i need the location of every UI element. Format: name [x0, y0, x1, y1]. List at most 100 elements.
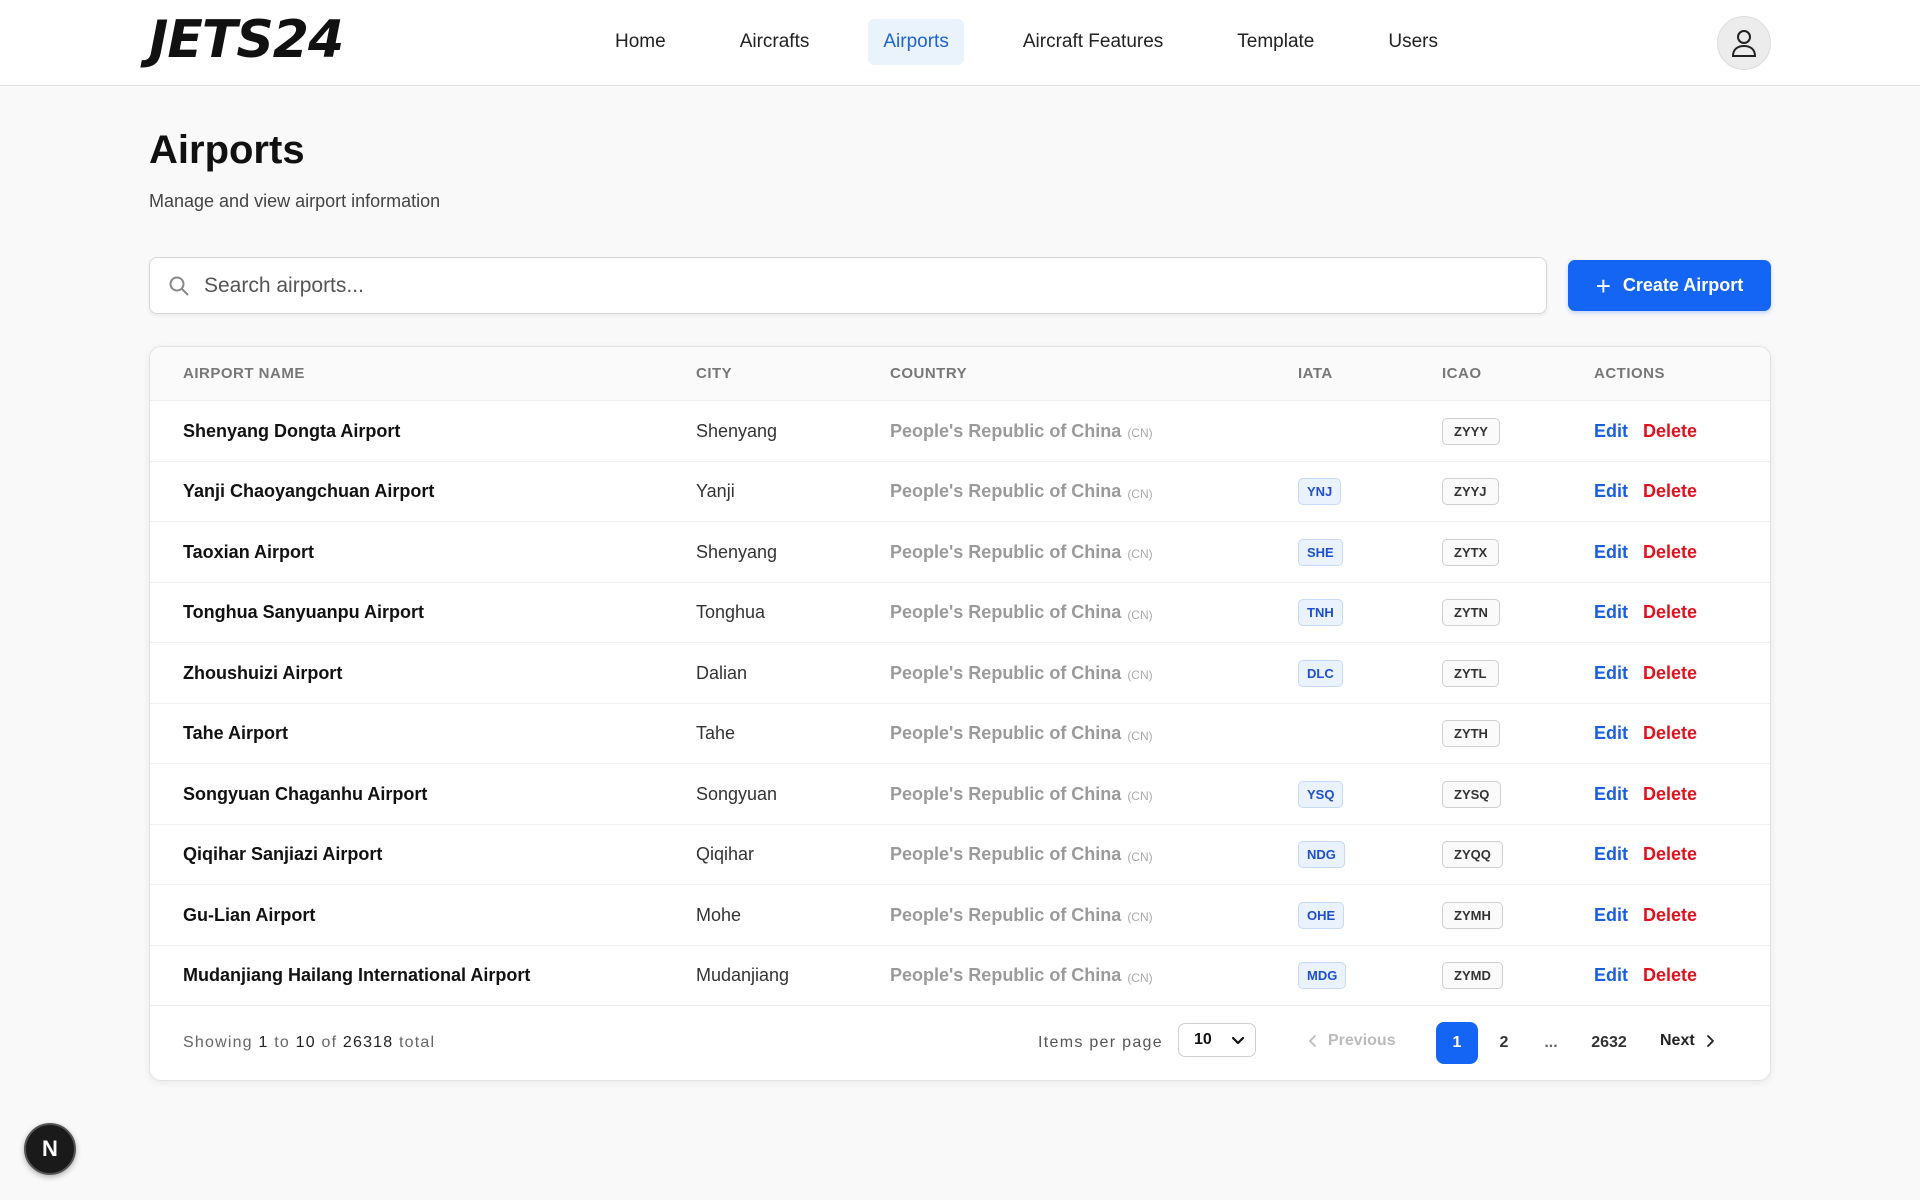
airport-name: Zhoushuizi Airport	[183, 662, 343, 683]
airport-city: Shenyang	[696, 541, 778, 562]
edit-button[interactable]: Edit	[1594, 844, 1628, 865]
delete-button[interactable]: Delete	[1643, 784, 1697, 805]
edit-button[interactable]: Edit	[1594, 905, 1628, 926]
country-name: People's Republic of China	[890, 602, 1122, 622]
country-code: (CN)	[1127, 607, 1153, 622]
user-icon	[1731, 29, 1757, 57]
table-row: Tahe Airport Tahe People's Republic of Chi…	[150, 704, 1770, 764]
iata-cell: TNH	[1298, 583, 1343, 643]
country-code: (CN)	[1127, 668, 1153, 682]
nav-item-airports[interactable]: Airports	[868, 19, 964, 65]
airport-name: Yanji Chaoyangchuan Airport	[183, 481, 435, 501]
row-actions: Edit Delete	[1594, 643, 1697, 703]
showing-prefix: Showing	[183, 1034, 253, 1051]
row-actions: Edit Delete	[1594, 704, 1697, 764]
main-nav: Home Aircrafts Airports Aircraft Feature…	[600, 18, 1453, 66]
next-label: Next	[1660, 1032, 1695, 1049]
airport-country: People's Republic of China (CN)	[890, 401, 1153, 461]
icao-badge: ZYMH	[1442, 901, 1503, 929]
delete-button[interactable]: Delete	[1643, 844, 1697, 865]
airport-name: Taoxian Airport	[183, 541, 315, 562]
table-row: Mudanjiang Hailang International Airport…	[150, 946, 1770, 1006]
table-row: Taoxian Airport Shenyang People's Republic…	[150, 522, 1770, 583]
page-button-2[interactable]: 2	[1483, 1022, 1525, 1064]
table-row: Shenyang Dongta Airport Shenyang People's …	[150, 401, 1770, 462]
airport-name: Tahe Airport	[183, 723, 289, 743]
nav-item-users[interactable]: Users	[1373, 19, 1453, 65]
delete-button[interactable]: Delete	[1643, 602, 1697, 623]
chevron-right-icon	[1705, 1034, 1715, 1048]
jets24-logo[interactable]: JETS24	[149, 10, 344, 70]
airport-country: People's Republic of China (CN)	[890, 462, 1153, 522]
edit-button[interactable]: Edit	[1594, 965, 1628, 986]
delete-button[interactable]: Delete	[1643, 542, 1697, 563]
icao-cell: ZYTL	[1442, 643, 1499, 703]
delete-button[interactable]: Delete	[1643, 421, 1697, 442]
delete-button[interactable]: Delete	[1643, 965, 1697, 986]
icao-badge: ZYQQ	[1442, 841, 1503, 868]
column-header-country: COUNTRY	[890, 365, 968, 382]
delete-button[interactable]: Delete	[1643, 905, 1697, 926]
table-row: Gu-Lian Airport Mohe People's Republic of …	[150, 885, 1770, 946]
items-per-page-value: 10	[1194, 1031, 1212, 1048]
delete-button[interactable]: Delete	[1643, 663, 1697, 684]
icao-badge: ZYSQ	[1442, 780, 1502, 808]
country-name: People's Republic of China	[890, 965, 1122, 985]
table-row: Songyuan Chaganhu Airport Songyuan People'…	[150, 764, 1770, 825]
page-button-1[interactable]: 1	[1436, 1022, 1478, 1064]
row-actions: Edit Delete	[1594, 462, 1697, 522]
showing-to: 10	[295, 1034, 316, 1051]
edit-button[interactable]: Edit	[1594, 784, 1628, 805]
iata-cell: OHE	[1298, 885, 1345, 945]
country-code: (CN)	[1127, 910, 1153, 924]
iata-badge: DLC	[1298, 659, 1343, 687]
table-row: Yanji Chaoyangchuan Airport Yanji People's…	[150, 462, 1770, 522]
icao-badge: ZYMD	[1442, 962, 1503, 989]
edit-button[interactable]: Edit	[1594, 542, 1628, 563]
airport-name: Songyuan Chaganhu Airport	[183, 783, 428, 804]
create-airport-button[interactable]: + Create Airport	[1568, 260, 1771, 311]
row-actions: Edit Delete	[1594, 401, 1697, 461]
page-button-last[interactable]: 2632	[1579, 1022, 1639, 1064]
icao-cell: ZYMD	[1442, 946, 1503, 1006]
column-header-iata: IATA	[1298, 365, 1333, 382]
delete-button[interactable]: Delete	[1643, 723, 1697, 744]
page-subtitle: Manage and view airport information	[149, 191, 441, 211]
airport-country: People's Republic of China (CN)	[890, 825, 1153, 885]
nav-item-home[interactable]: Home	[600, 19, 681, 65]
icao-badge: ZYTN	[1442, 599, 1500, 626]
edit-button[interactable]: Edit	[1594, 602, 1628, 623]
icao-cell: ZYYJ	[1442, 462, 1499, 522]
country-code: (CN)	[1127, 849, 1153, 864]
user-avatar-button[interactable]	[1717, 16, 1771, 70]
iata-cell: MDG	[1298, 946, 1347, 1006]
airport-city: Shenyang	[696, 420, 778, 441]
delete-button[interactable]: Delete	[1643, 481, 1697, 502]
edit-button[interactable]: Edit	[1594, 663, 1628, 684]
next-page-button[interactable]: Next	[1660, 1032, 1715, 1050]
items-per-page-select[interactable]: 10	[1178, 1023, 1256, 1057]
search-input[interactable]	[204, 273, 1504, 298]
airport-country: People's Republic of China (CN)	[890, 946, 1153, 1006]
edit-button[interactable]: Edit	[1594, 421, 1628, 442]
iata-cell: DLC	[1298, 643, 1343, 703]
nav-item-aircrafts[interactable]: Aircrafts	[725, 19, 825, 65]
iata-badge: NDG	[1298, 841, 1345, 868]
showing-total: 26318	[342, 1034, 394, 1051]
previous-page-button[interactable]: Previous	[1308, 1032, 1396, 1050]
edit-button[interactable]: Edit	[1594, 723, 1628, 744]
airport-city: Qiqihar	[696, 844, 755, 864]
create-airport-label: Create Airport	[1622, 275, 1744, 295]
airport-country: People's Republic of China (CN)	[890, 643, 1153, 703]
nav-item-template[interactable]: Template	[1222, 19, 1329, 65]
column-header-icao: ICAO	[1442, 365, 1482, 382]
airport-name: Qiqihar Sanjiazi Airport	[183, 844, 383, 864]
country-code: (CN)	[1127, 486, 1153, 501]
airport-name: Mudanjiang Hailang International Airport	[183, 965, 531, 985]
edit-button[interactable]: Edit	[1594, 481, 1628, 502]
showing-from: 1	[258, 1034, 269, 1051]
dev-tools-badge[interactable]: N	[24, 1123, 76, 1175]
top-navbar: JETS24 Home Aircrafts Airports Aircraft …	[0, 0, 1920, 86]
country-code: (CN)	[1127, 547, 1153, 561]
nav-item-aircraft-features[interactable]: Aircraft Features	[1008, 19, 1178, 65]
